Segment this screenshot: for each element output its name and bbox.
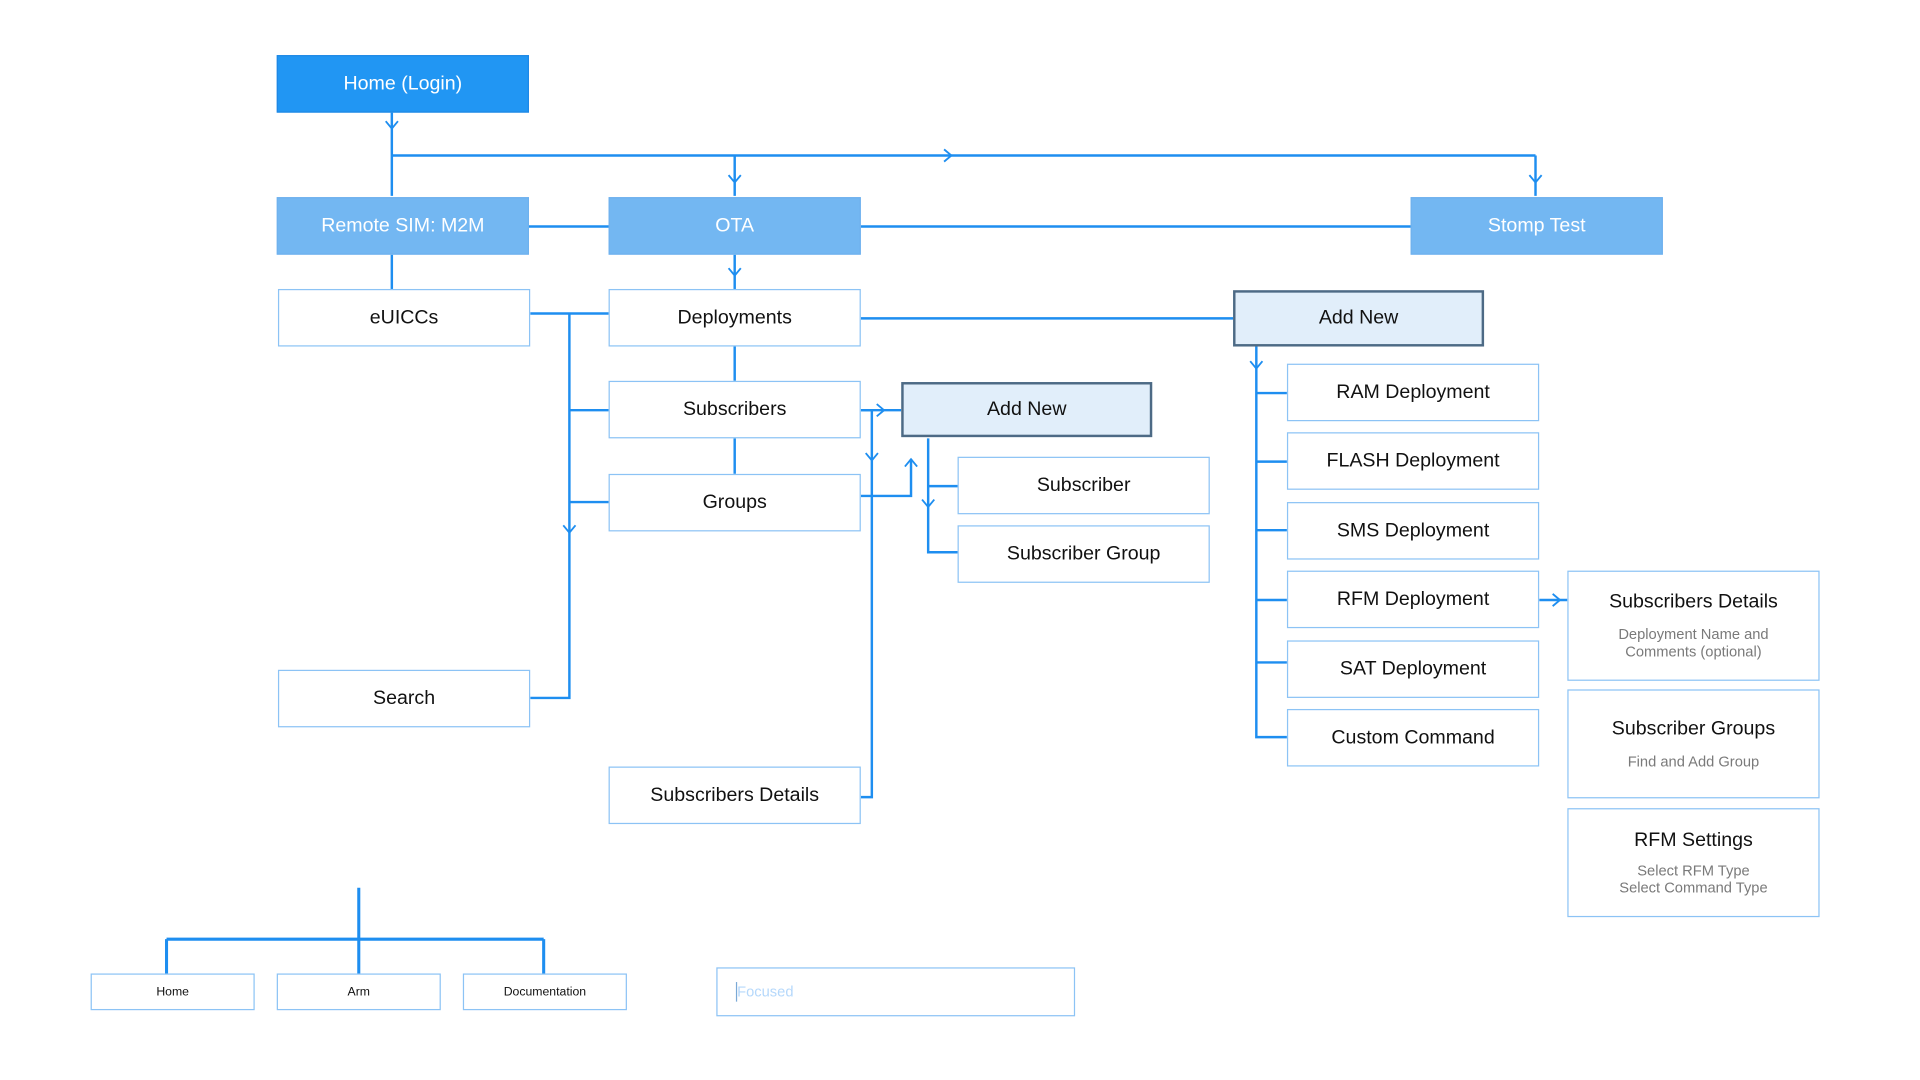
input-placeholder: Focused [737, 983, 794, 1001]
nav-arm-button[interactable]: Arm [276, 973, 441, 1011]
nav-home-button[interactable]: Home [90, 973, 255, 1011]
node-label: SMS Deployment [1336, 519, 1490, 541]
connector [926, 438, 958, 554]
node-label: RAM Deployment [1336, 381, 1490, 403]
node-subscribers[interactable]: Subscribers [608, 380, 861, 439]
node-groups[interactable]: Groups [608, 473, 861, 532]
node-label: OTA [715, 214, 755, 236]
nav-label: Documentation [503, 985, 587, 999]
card-line: Find and Add Group [1627, 752, 1760, 770]
card-description: Select RFM Type Select Command Type [1619, 861, 1767, 895]
connector [390, 225, 1411, 289]
node-custom-command[interactable]: Custom Command [1286, 708, 1540, 767]
card-line: Select RFM Type [1637, 861, 1750, 879]
node-add-new-subscriber[interactable]: Add New [901, 382, 1153, 438]
node-stomp-test[interactable]: Stomp Test [1410, 197, 1663, 255]
node-label: Add New [986, 398, 1067, 420]
connector [390, 112, 1537, 196]
node-label: Subscribers [682, 398, 787, 420]
focused-input[interactable]: Focused [716, 967, 1076, 1017]
card-subscriber-groups[interactable]: Subscriber Groups Find and Add Group [1567, 689, 1820, 799]
node-label: RFM Deployment [1336, 588, 1490, 610]
node-label: Stomp Test [1487, 214, 1586, 236]
node-subscriber-group[interactable]: Subscriber Group [957, 525, 1210, 583]
card-line: Comments (optional) [1625, 642, 1762, 661]
card-title: Subscribers Details [1609, 591, 1778, 613]
node-flash-deployment[interactable]: FLASH Deployment [1286, 432, 1540, 490]
node-remote-sim[interactable]: Remote SIM: M2M [276, 197, 529, 255]
node-label: Subscribers Details [650, 784, 820, 806]
card-line: Select Command Type [1619, 878, 1768, 896]
node-sms-deployment[interactable]: SMS Deployment [1286, 502, 1540, 560]
node-rfm-deployment[interactable]: RFM Deployment [1286, 570, 1540, 629]
nav-documentation-button[interactable]: Documentation [462, 973, 627, 1011]
card-title: RFM Settings [1634, 829, 1753, 851]
node-label: Groups [702, 491, 767, 513]
node-subscribers-details[interactable]: Subscribers Details [608, 766, 861, 825]
node-sat-deployment[interactable]: SAT Deployment [1286, 640, 1540, 698]
connector [165, 887, 546, 974]
nav-label: Arm [347, 985, 371, 999]
card-line: Deployment Name and [1618, 625, 1769, 643]
card-rfm-settings[interactable]: RFM Settings Select RFM Type Select Comma… [1567, 808, 1820, 918]
node-home-login[interactable]: Home (Login) [276, 55, 529, 113]
connector [1255, 346, 1287, 739]
node-label: FLASH Deployment [1326, 450, 1500, 471]
node-label: Subscriber [1036, 474, 1131, 496]
card-description: Find and Add Group [1628, 752, 1760, 769]
node-label: Deployments [677, 306, 792, 328]
node-deployments[interactable]: Deployments [608, 288, 861, 347]
node-ram-deployment[interactable]: RAM Deployment [1286, 363, 1540, 422]
card-title: Subscriber Groups [1611, 718, 1776, 739]
node-label: Add New [1318, 307, 1399, 329]
sitemap-diagram: Home (Login) Remote SIM: M2M OTA Stomp T… [0, 0, 1920, 1080]
card-subscribers-details[interactable]: Subscribers Details Deployment Name and C… [1567, 570, 1820, 681]
node-add-new-deployment[interactable]: Add New [1233, 290, 1485, 347]
node-ota[interactable]: OTA [608, 197, 861, 255]
node-label: Custom Command [1331, 726, 1495, 748]
node-euiccs[interactable]: eUICCs [277, 288, 531, 347]
connector [860, 408, 913, 799]
node-label: Remote SIM: M2M [321, 214, 485, 236]
node-label: SAT Deployment [1339, 658, 1487, 679]
nav-label: Home [156, 985, 189, 999]
node-label: Subscriber Group [1006, 543, 1161, 564]
node-search[interactable]: Search [277, 669, 531, 728]
node-label: Home (Login) [343, 72, 463, 94]
node-label: eUICCs [369, 306, 439, 328]
node-subscriber[interactable]: Subscriber [957, 456, 1210, 515]
card-description: Deployment Name and Comments (optional) [1618, 626, 1768, 660]
connector [530, 312, 609, 700]
node-label: Search [373, 687, 436, 709]
